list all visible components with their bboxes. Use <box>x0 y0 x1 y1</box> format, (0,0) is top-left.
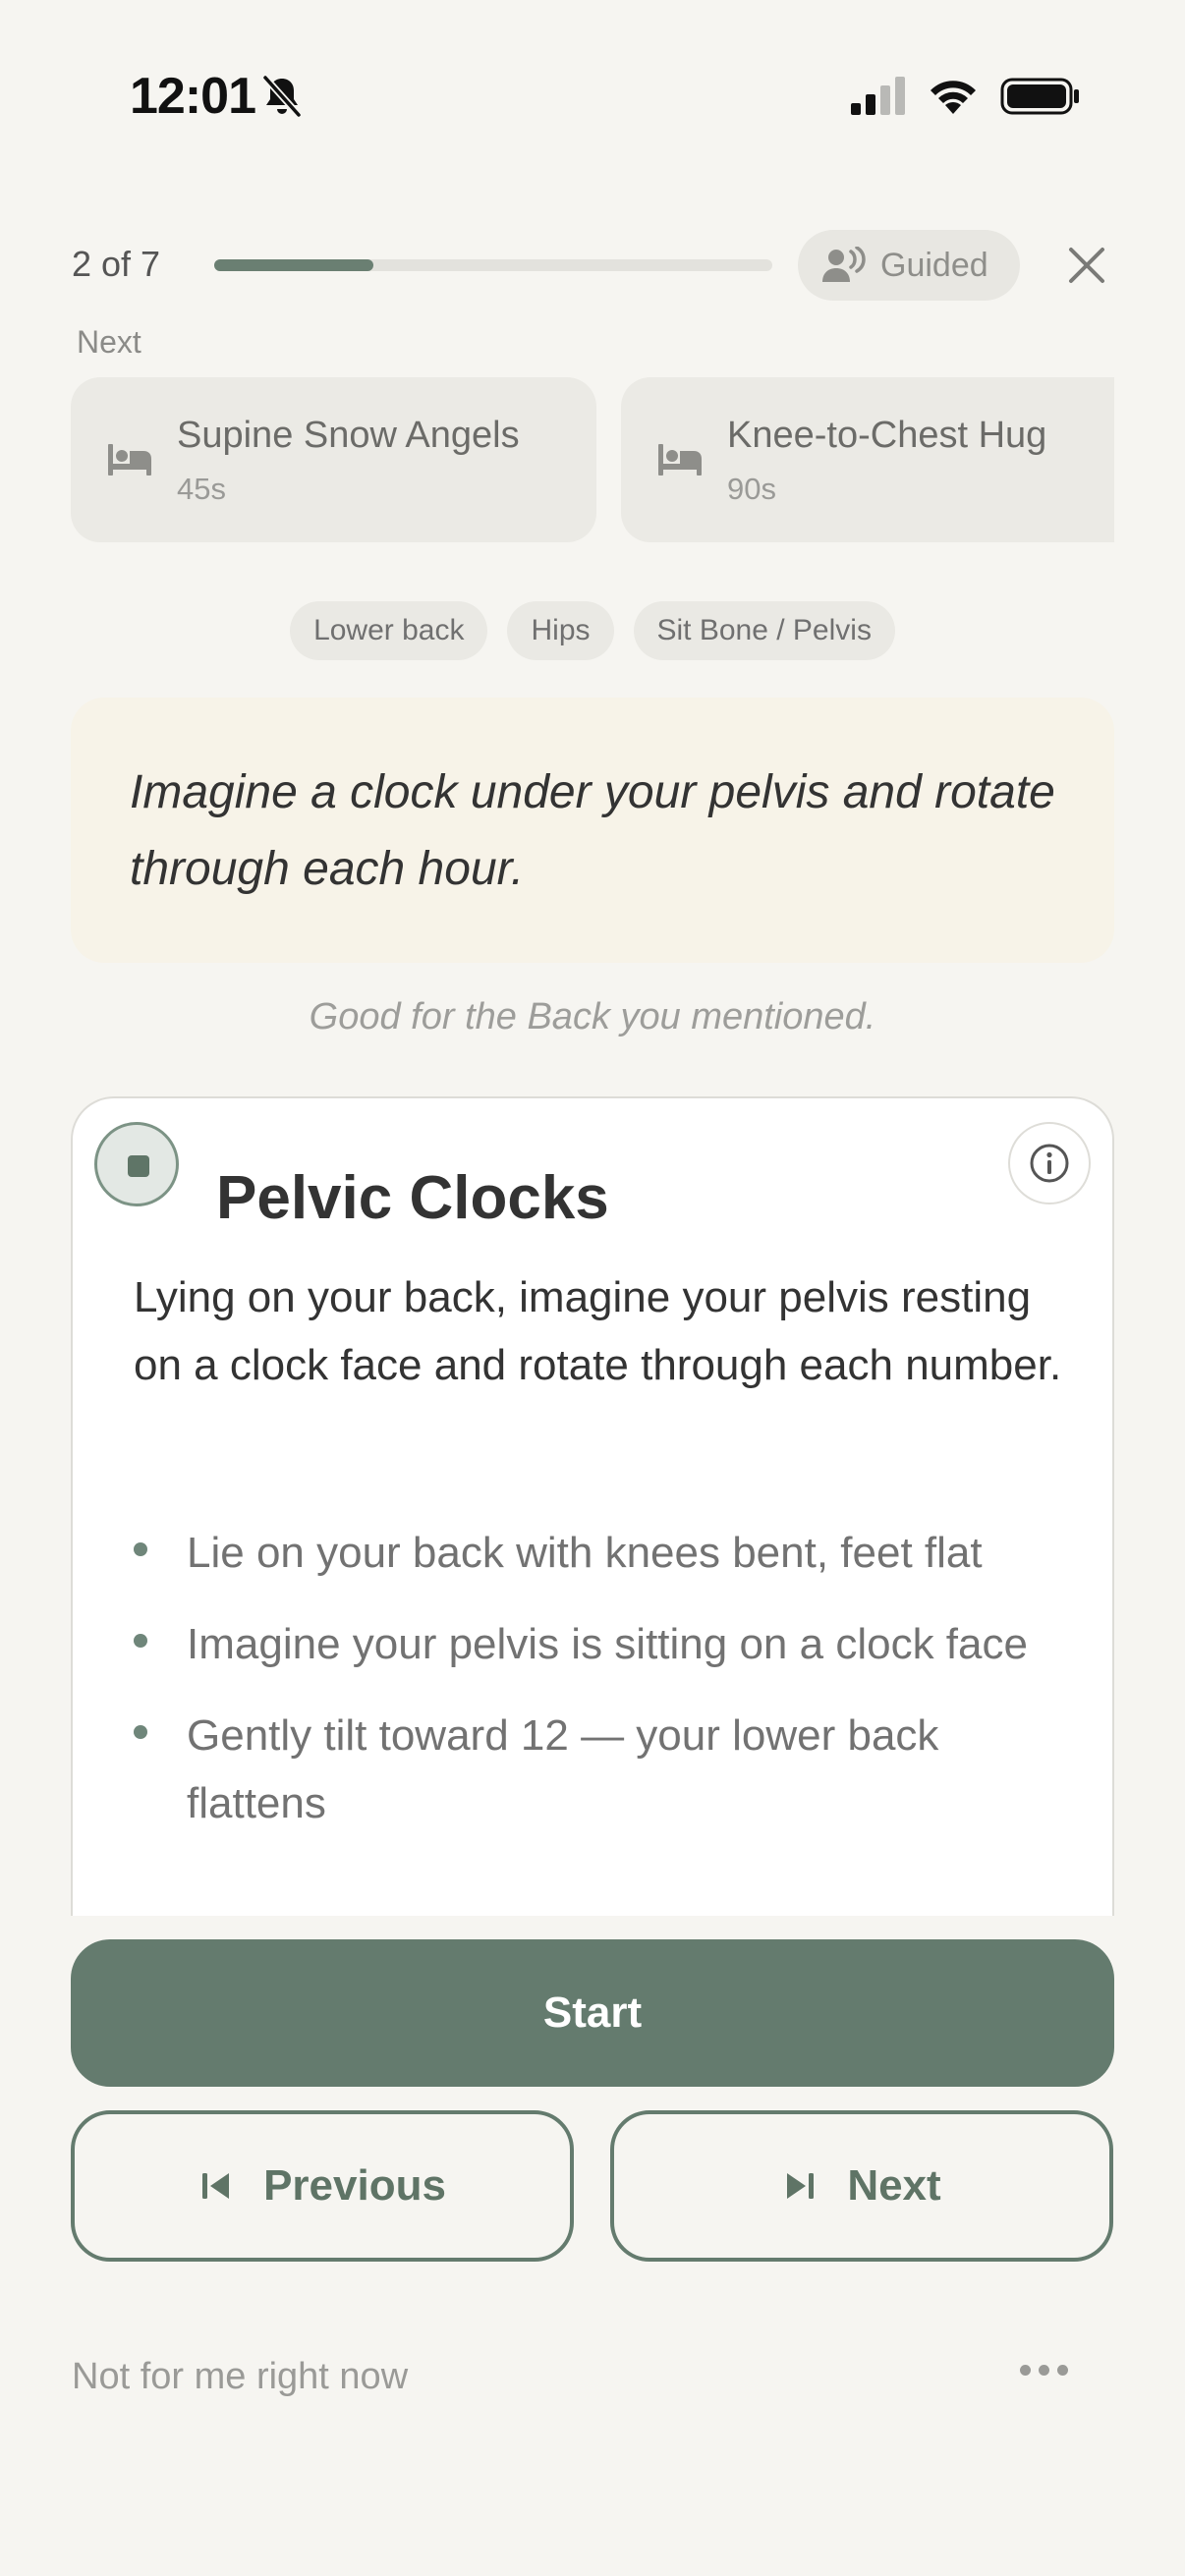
step-text: Gently tilt toward 12 — your lower back … <box>187 1711 939 1827</box>
skip-next-icon <box>787 2173 815 2199</box>
info-icon <box>1030 1144 1069 1183</box>
step-item: Gently tilt toward 12 — your lower back … <box>134 1702 1077 1837</box>
close-button[interactable] <box>1057 232 1116 299</box>
step-text: Lie on your back with knees bent, feet f… <box>187 1529 983 1577</box>
exercise-steps: Lie on your back with knees bent, feet f… <box>134 1519 1077 1861</box>
cue-quote-text: Imagine a clock under your pelvis and ro… <box>130 766 1055 895</box>
tag-chip: Lower back <box>290 601 488 660</box>
info-button[interactable] <box>1008 1122 1091 1204</box>
speaking-person-icon <box>822 247 866 282</box>
bullet <box>134 1634 147 1648</box>
upcoming-card[interactable]: Knee-to-Chest Hug 90s <box>621 377 1114 542</box>
upcoming-duration: 90s <box>727 472 776 506</box>
bed-icon <box>108 444 151 476</box>
skip-previous-icon <box>202 2173 230 2199</box>
upcoming-card[interactable]: Supine Snow Angels 45s <box>71 377 596 542</box>
action-bar: Start Previous Next Not for me right now <box>0 1916 1185 2576</box>
previous-label: Previous <box>263 2161 446 2210</box>
step-text: Imagine your pelvis is sitting on a cloc… <box>187 1620 1028 1668</box>
exercise-session-screen: 12:01 2 of 7 Guided Next Supine Snow Ang… <box>0 0 1185 2576</box>
tag-chip: Hips <box>507 601 614 660</box>
more-icon <box>1019 2364 1031 2376</box>
upcoming-title: Knee-to-Chest Hug <box>727 415 1047 456</box>
wifi-icon <box>931 81 976 114</box>
upcoming-duration: 45s <box>177 472 226 506</box>
bell-off-icon <box>262 75 302 118</box>
battery-icon <box>1000 78 1079 115</box>
bullet <box>134 1725 147 1739</box>
exercise-description: Lying on your back, imagine your pelvis … <box>134 1273 1062 1389</box>
bed-icon <box>658 444 702 476</box>
stop-icon <box>128 1155 149 1177</box>
body-area-tags: Lower back Hips Sit Bone / Pelvis <box>0 601 1185 660</box>
next-caption: Next <box>77 324 141 360</box>
previous-button[interactable]: Previous <box>71 2110 574 2262</box>
exercise-card: Pelvic Clocks Lying on your back, imagin… <box>71 1096 1114 1916</box>
status-bar: 12:01 <box>0 0 1185 196</box>
status-time: 12:01 <box>130 68 256 125</box>
next-button[interactable]: Next <box>610 2110 1113 2262</box>
tag-chip: Sit Bone / Pelvis <box>633 601 895 660</box>
start-button[interactable]: Start <box>71 1939 1114 2087</box>
step-item: Imagine your pelvis is sitting on a cloc… <box>134 1610 1077 1678</box>
upcoming-exercises: Supine Snow Angels 45s Knee-to-Chest Hug… <box>71 377 1114 542</box>
more-icon-dot <box>1038 2364 1049 2376</box>
guided-toggle-button[interactable]: Guided <box>798 230 1020 301</box>
cue-quote-box: Imagine a clock under your pelvis and ro… <box>71 698 1114 963</box>
not-for-me-link[interactable]: Not for me right now <box>72 2356 408 2398</box>
guided-label: Guided <box>880 247 988 284</box>
recommendation-reason: Good for the Back you mentioned. <box>309 996 876 1037</box>
exercise-title: Pelvic Clocks <box>216 1164 609 1232</box>
progress-bar-fill <box>214 259 374 271</box>
upcoming-title: Supine Snow Angels <box>177 415 520 456</box>
stop-button[interactable] <box>94 1122 179 1206</box>
more-options-button[interactable] <box>1012 2348 1075 2391</box>
progress-label: 2 of 7 <box>72 244 161 284</box>
next-label: Next <box>847 2161 941 2210</box>
bullet <box>134 1542 147 1556</box>
more-icon-dot <box>1056 2364 1068 2376</box>
close-icon <box>1069 248 1104 283</box>
cellular-signal-icon <box>851 77 905 115</box>
progress-bar <box>214 259 772 271</box>
step-item: Lie on your back with knees bent, feet f… <box>134 1519 1077 1587</box>
